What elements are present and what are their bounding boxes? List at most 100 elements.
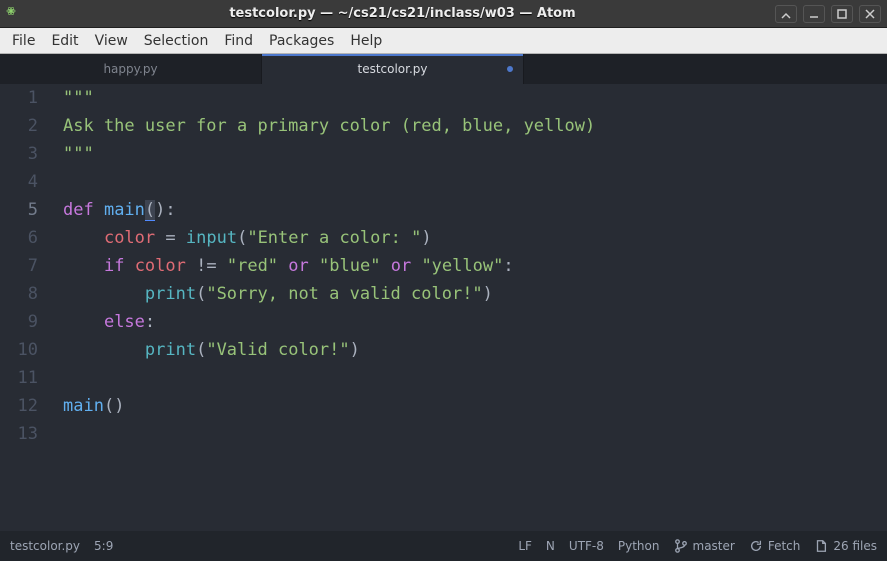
line-number[interactable]: 8 xyxy=(0,280,38,308)
code-line[interactable] xyxy=(63,420,887,448)
menu-item-file[interactable]: File xyxy=(4,30,43,52)
token: main xyxy=(104,200,145,220)
line-number[interactable]: 13 xyxy=(0,420,38,448)
code-line[interactable] xyxy=(63,364,887,392)
line-number[interactable]: 10 xyxy=(0,336,38,364)
status-git-fetch[interactable]: Fetch xyxy=(749,539,801,553)
token: color xyxy=(104,228,155,248)
code-line[interactable]: if color != "red" or "blue" or "yellow": xyxy=(63,252,887,280)
window-maximize-button[interactable] xyxy=(831,5,853,23)
token: != xyxy=(196,256,216,276)
tab-bar: happy.pytestcolor.py xyxy=(0,54,887,84)
token: : xyxy=(145,312,155,332)
token xyxy=(155,228,165,248)
code-line[interactable]: Ask the user for a primary color (red, b… xyxy=(63,112,887,140)
code-line[interactable]: print("Valid color!") xyxy=(63,336,887,364)
token xyxy=(411,256,421,276)
token: or xyxy=(391,256,411,276)
window-titlebar: testcolor.py — ~/cs21/cs21/inclass/w03 —… xyxy=(0,0,887,28)
token xyxy=(63,340,145,360)
menu-item-packages[interactable]: Packages xyxy=(261,30,342,52)
window-title: testcolor.py — ~/cs21/cs21/inclass/w03 —… xyxy=(30,6,775,21)
code-line[interactable]: color = input("Enter a color: ") xyxy=(63,224,887,252)
status-git-branch[interactable]: master xyxy=(674,539,735,553)
line-number[interactable]: 4 xyxy=(0,168,38,196)
line-number[interactable]: 11 xyxy=(0,364,38,392)
tab-testcolor-py[interactable]: testcolor.py xyxy=(262,54,524,84)
menu-item-edit[interactable]: Edit xyxy=(43,30,86,52)
token xyxy=(380,256,390,276)
atom-app-icon xyxy=(6,5,24,23)
token: () xyxy=(104,396,124,416)
token: "Valid color!" xyxy=(206,340,349,360)
token: or xyxy=(288,256,308,276)
status-modified: N xyxy=(546,539,555,553)
code-line[interactable]: """ xyxy=(63,84,887,112)
token: "blue" xyxy=(319,256,380,276)
line-number[interactable]: 12 xyxy=(0,392,38,420)
token: def xyxy=(63,200,104,220)
token: ) xyxy=(483,284,493,304)
token xyxy=(176,228,186,248)
token: color xyxy=(135,256,186,276)
token: input xyxy=(186,228,237,248)
status-branch-label: master xyxy=(693,539,735,553)
code-line[interactable]: else: xyxy=(63,308,887,336)
line-number[interactable]: 1 xyxy=(0,84,38,112)
token: "Sorry, not a valid color!" xyxy=(206,284,482,304)
token: print xyxy=(145,340,196,360)
menu-item-view[interactable]: View xyxy=(87,30,136,52)
token: main xyxy=(63,396,104,416)
window-minimize-button[interactable] xyxy=(775,5,797,23)
token xyxy=(217,256,227,276)
token: """ xyxy=(63,88,94,108)
line-number[interactable]: 9 xyxy=(0,308,38,336)
line-number[interactable]: 6 xyxy=(0,224,38,252)
line-number[interactable]: 5 xyxy=(0,196,38,224)
menu-item-find[interactable]: Find xyxy=(216,30,261,52)
token xyxy=(309,256,319,276)
line-number[interactable]: 3 xyxy=(0,140,38,168)
code-line[interactable]: def main(): xyxy=(63,196,887,224)
token: if xyxy=(104,256,124,276)
token: Ask the user for a primary color (red, b… xyxy=(63,116,595,136)
line-number[interactable]: 2 xyxy=(0,112,38,140)
code-line[interactable]: """ xyxy=(63,140,887,168)
code-line[interactable]: main() xyxy=(63,392,887,420)
token: ( xyxy=(145,200,155,221)
file-icon xyxy=(814,539,828,553)
token xyxy=(63,256,104,276)
status-line-ending[interactable]: LF xyxy=(518,539,532,553)
menu-item-help[interactable]: Help xyxy=(342,30,390,52)
line-number-gutter: 12345678910111213 xyxy=(0,84,48,531)
status-fetch-label: Fetch xyxy=(768,539,801,553)
token: = xyxy=(165,228,175,248)
token: ) xyxy=(350,340,360,360)
window-minimize2-button[interactable] xyxy=(803,5,825,23)
token: ( xyxy=(196,284,206,304)
line-number[interactable]: 7 xyxy=(0,252,38,280)
token: ) xyxy=(155,200,165,220)
tab-happy-py[interactable]: happy.py xyxy=(0,54,262,84)
editor[interactable]: 12345678910111213 """Ask the user for a … xyxy=(0,84,887,531)
status-language[interactable]: Python xyxy=(618,539,660,553)
token xyxy=(63,284,145,304)
token: "red" xyxy=(227,256,278,276)
token xyxy=(278,256,288,276)
token: ( xyxy=(196,340,206,360)
token: : xyxy=(503,256,513,276)
code-line[interactable] xyxy=(63,168,887,196)
token: : xyxy=(165,200,175,220)
sync-icon xyxy=(749,539,763,553)
window-close-button[interactable] xyxy=(859,5,881,23)
token: else xyxy=(104,312,145,332)
token xyxy=(63,228,104,248)
status-cursor-pos[interactable]: 5:9 xyxy=(94,539,113,553)
code-area[interactable]: """ Ask the user for a primary color (red… xyxy=(48,84,887,531)
status-git-files[interactable]: 26 files xyxy=(814,539,877,553)
status-encoding[interactable]: UTF-8 xyxy=(569,539,604,553)
code-line[interactable]: print("Sorry, not a valid color!") xyxy=(63,280,887,308)
status-filename[interactable]: testcolor.py xyxy=(10,539,80,553)
menu-item-selection[interactable]: Selection xyxy=(136,30,217,52)
status-files-label: 26 files xyxy=(833,539,877,553)
